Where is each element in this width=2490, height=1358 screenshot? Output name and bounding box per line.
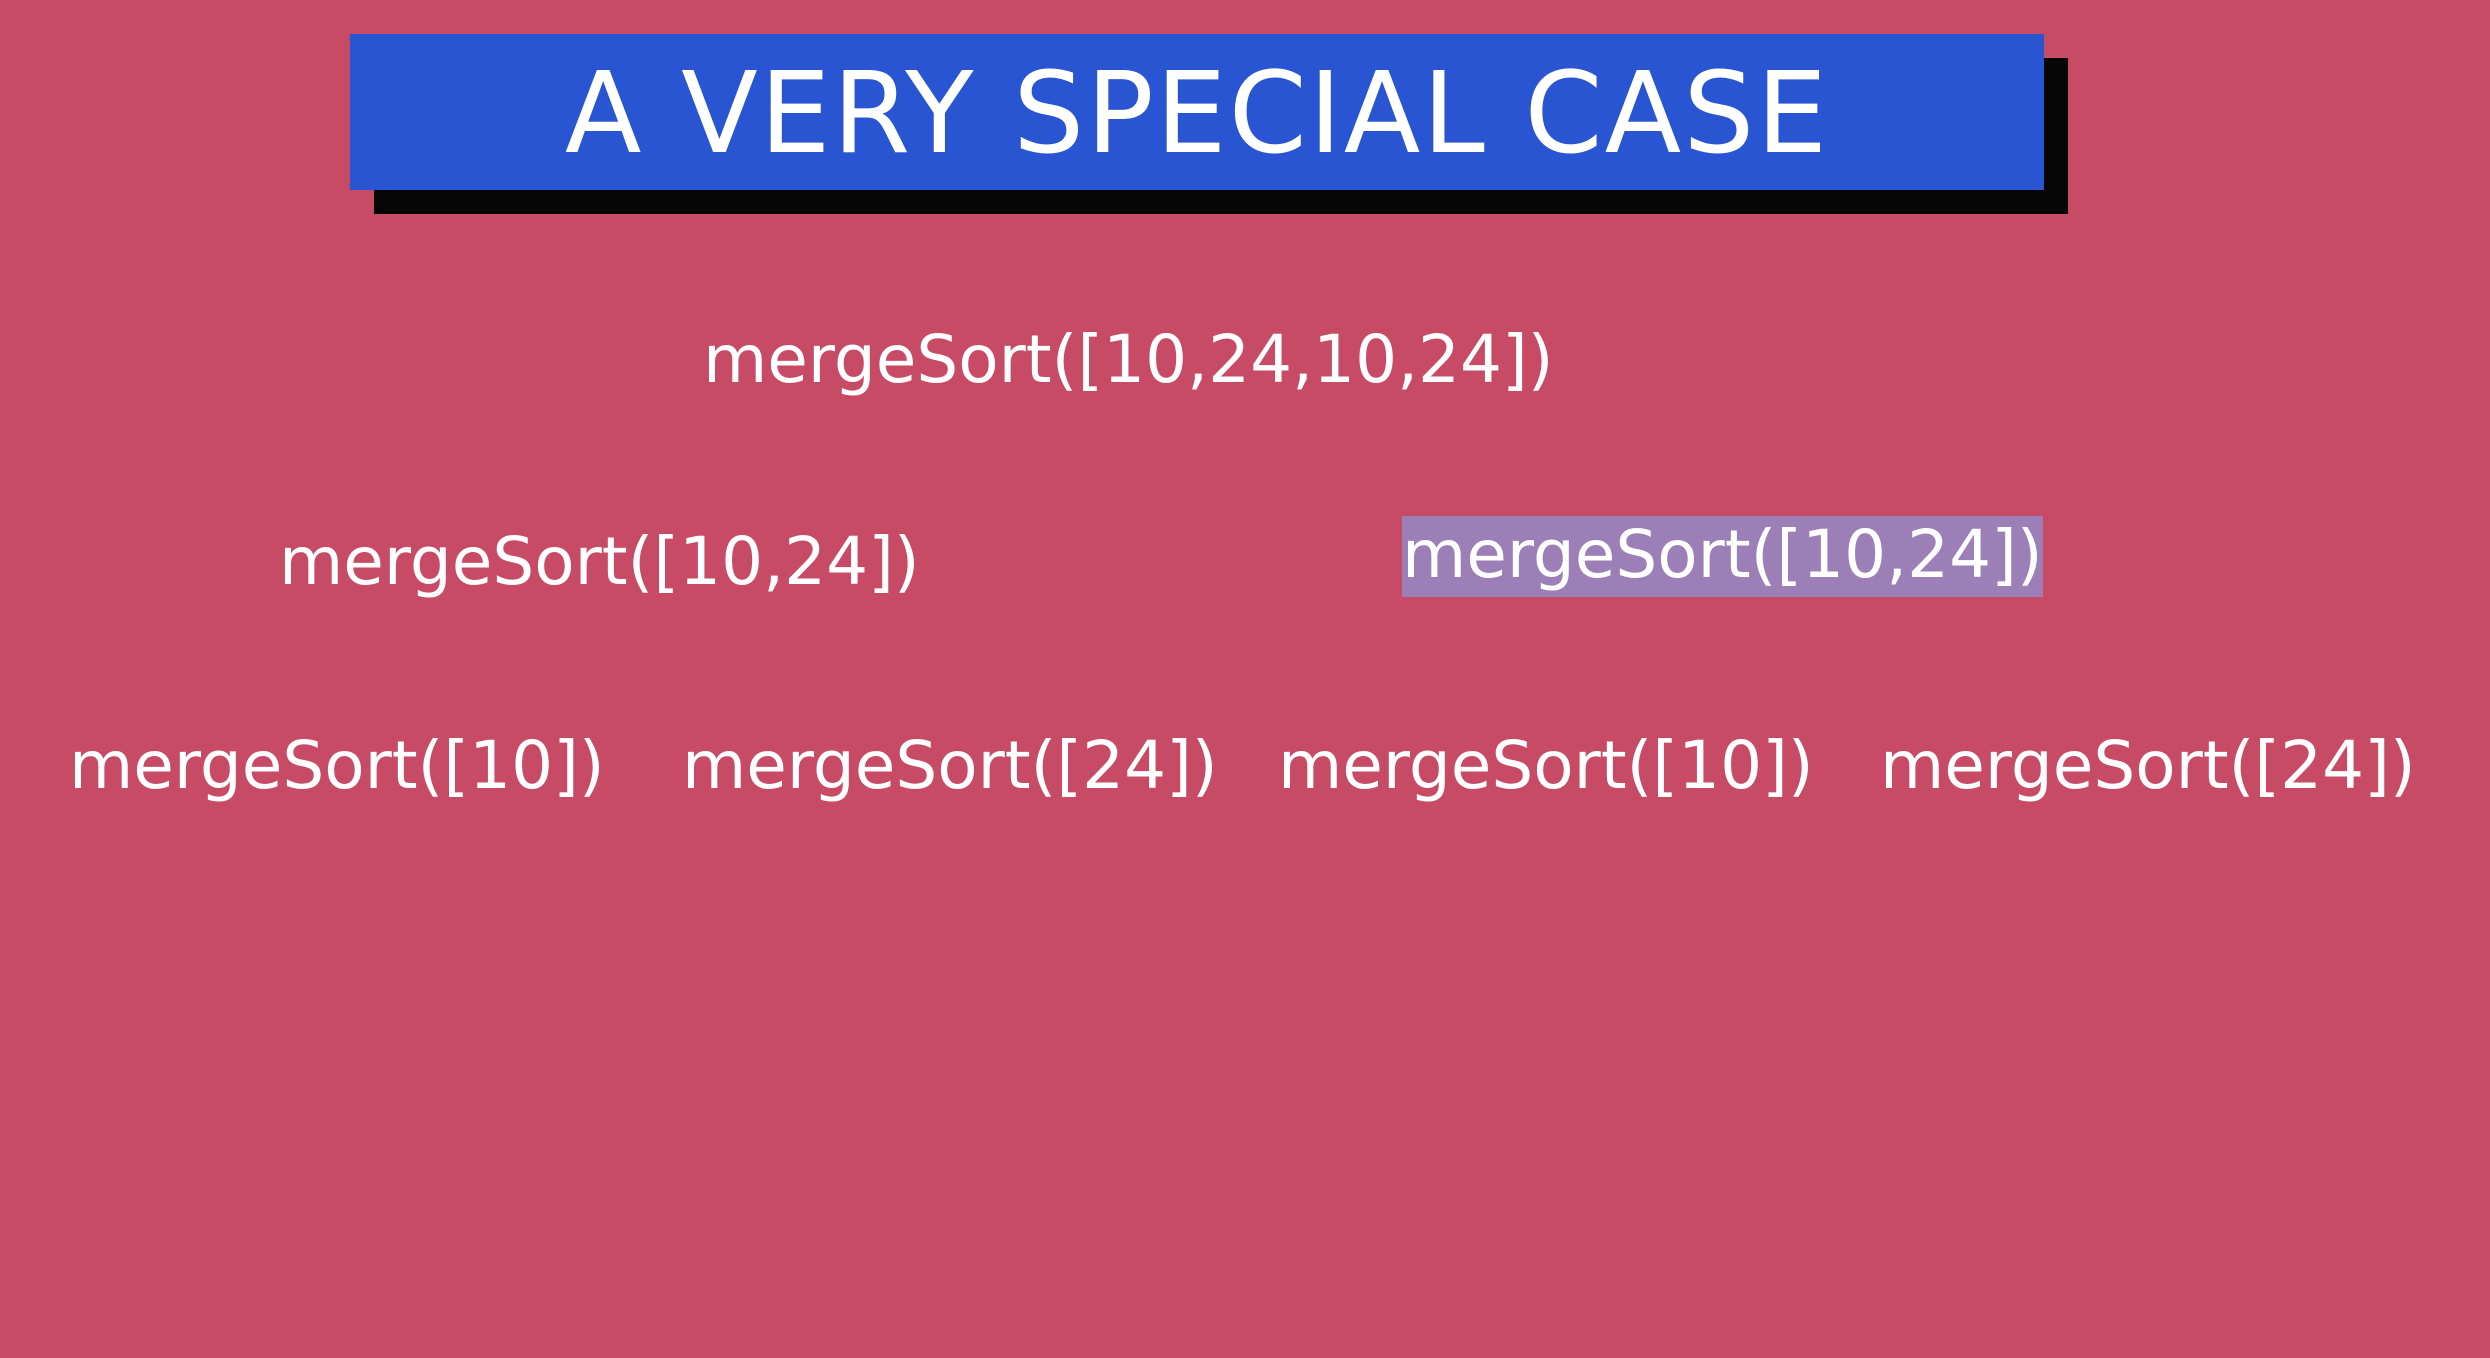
slide-canvas: A VERY SPECIAL CASE mergeSort([10,24,10,… xyxy=(0,0,2490,1358)
right-right-merge-sort-call: mergeSort([24]) xyxy=(1880,727,2416,804)
left-left-merge-sort-call: mergeSort([10]) xyxy=(69,727,605,804)
title-banner: A VERY SPECIAL CASE xyxy=(350,34,2044,190)
right-left-merge-sort-call: mergeSort([10]) xyxy=(1278,727,1814,804)
root-merge-sort-call: mergeSort([10,24,10,24]) xyxy=(703,321,1554,398)
left-merge-sort-call: mergeSort([10,24]) xyxy=(279,523,920,600)
left-right-merge-sort-call: mergeSort([24]) xyxy=(682,727,1218,804)
right-merge-sort-call-highlighted[interactable]: mergeSort([10,24]) xyxy=(1402,516,2043,597)
slide-title: A VERY SPECIAL CASE xyxy=(564,49,1830,179)
